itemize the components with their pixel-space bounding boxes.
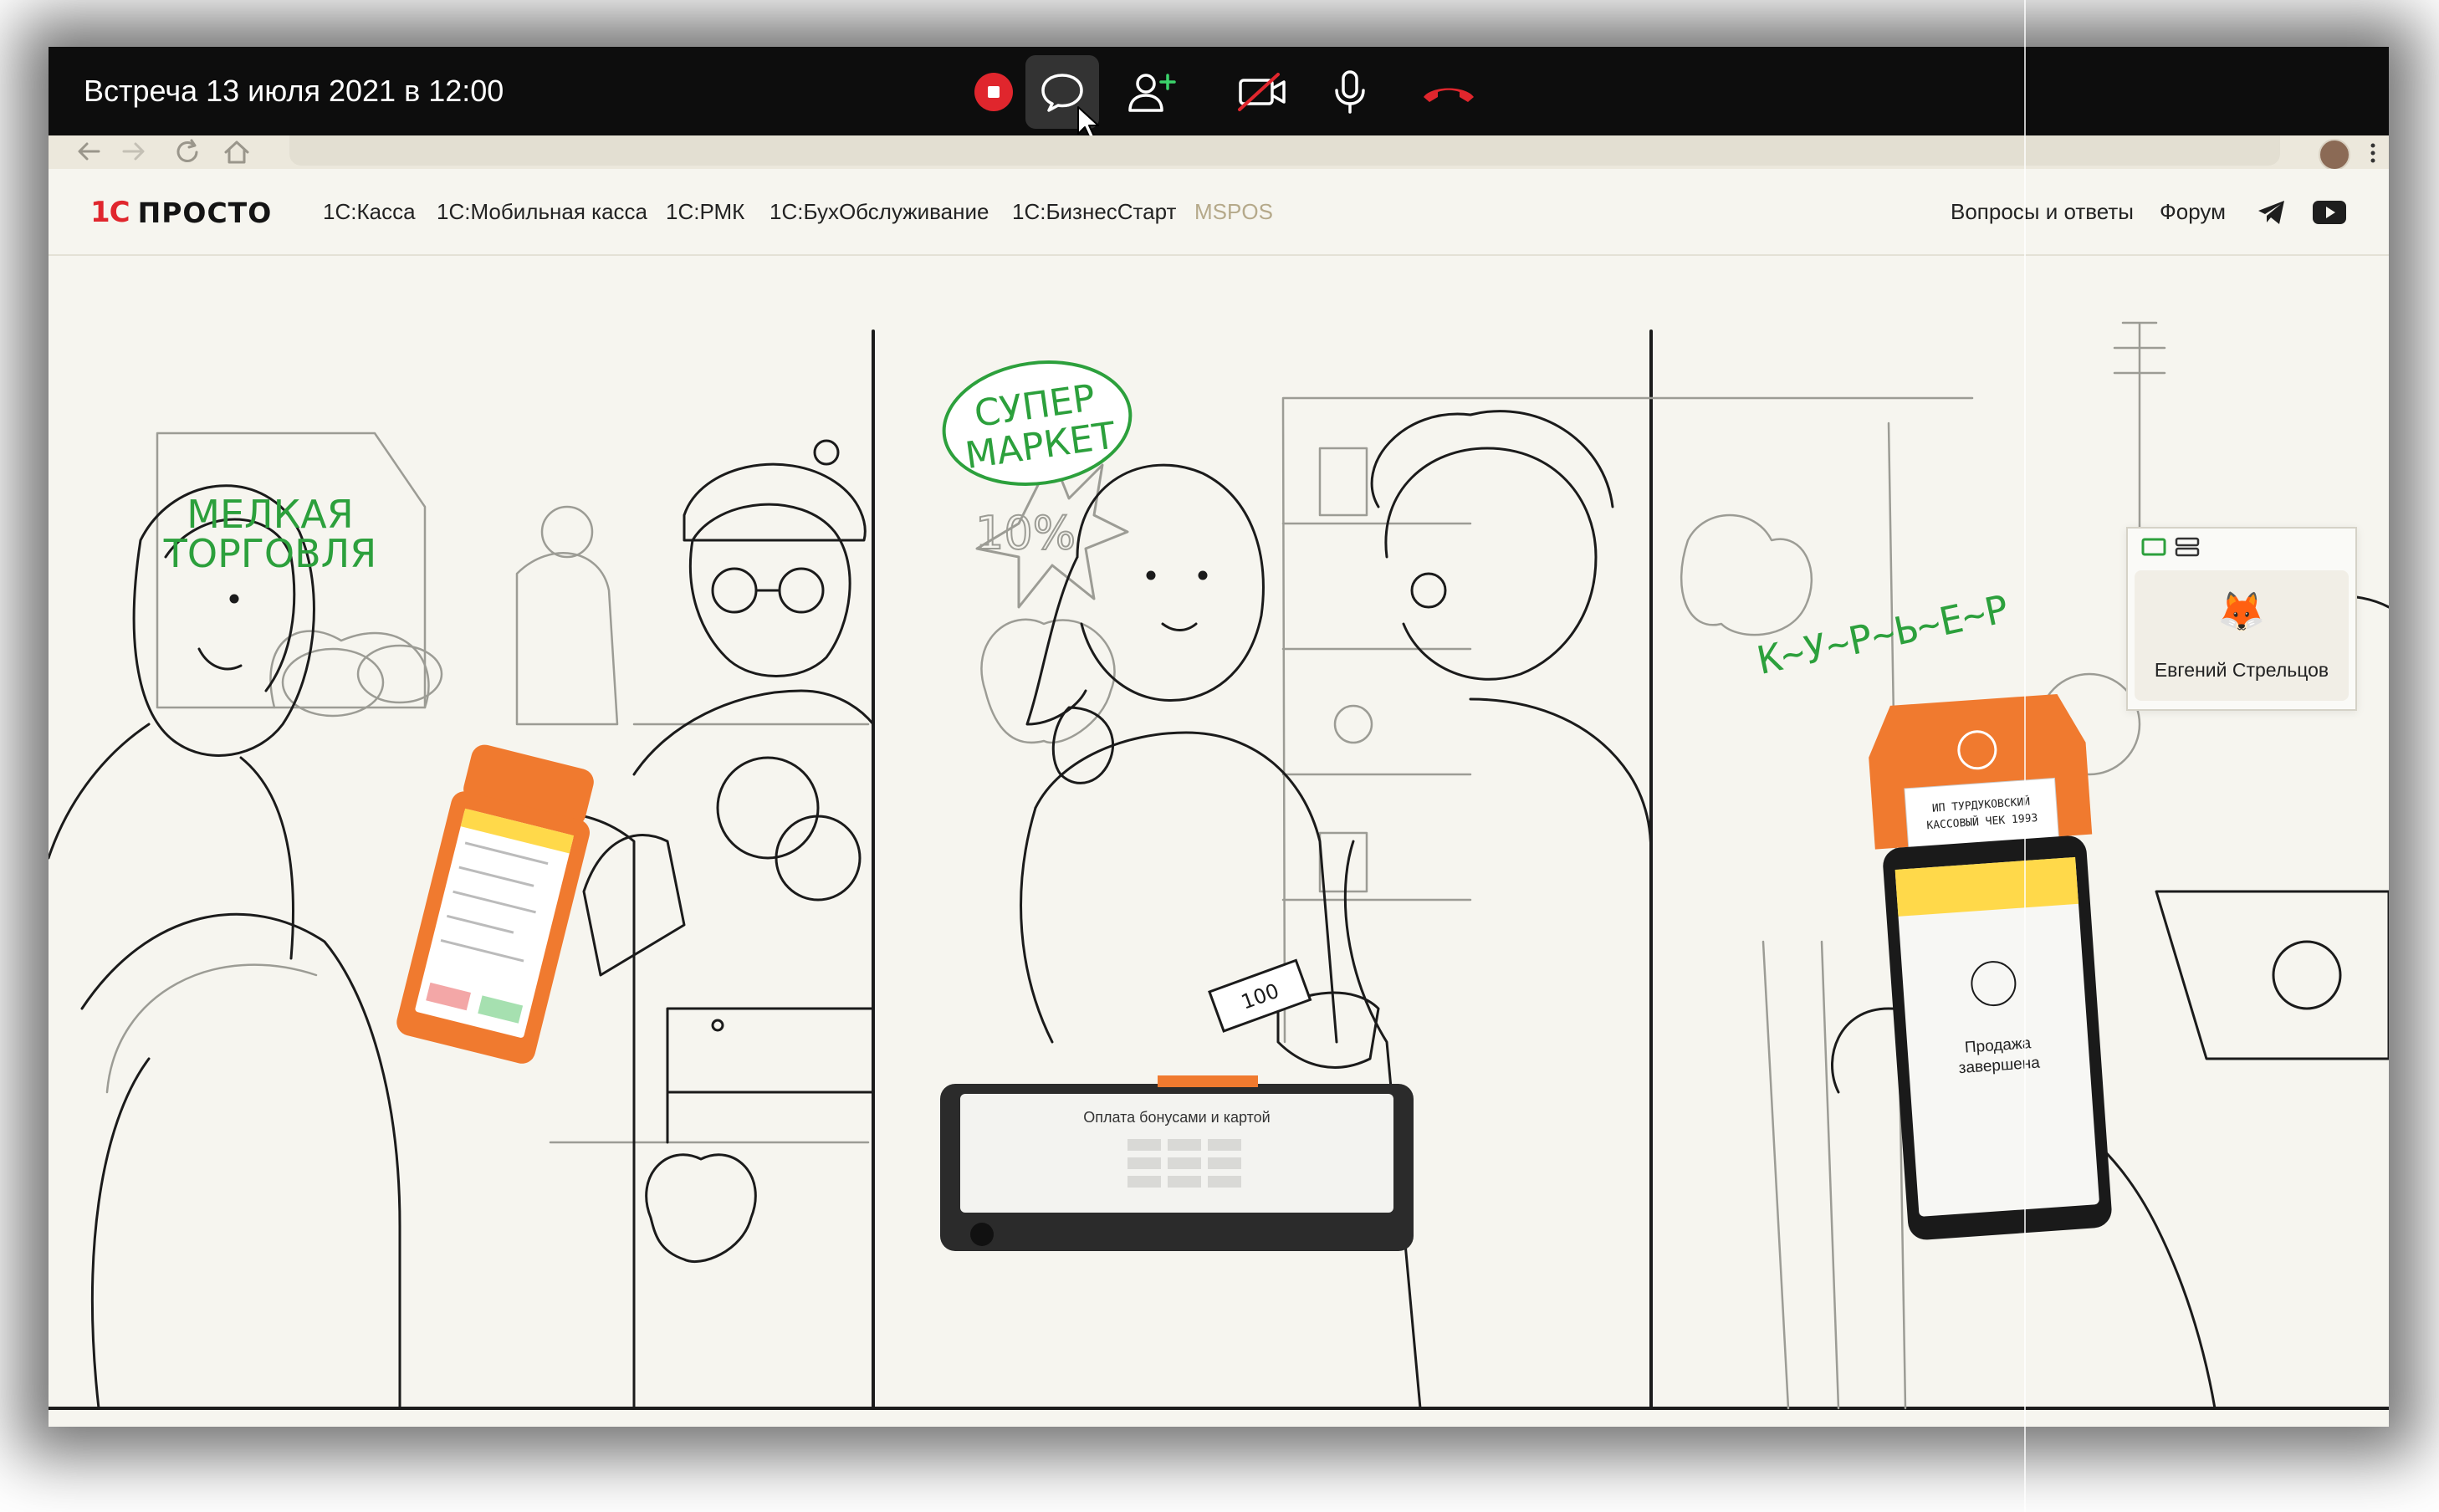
nav-link-biznesstart[interactable]: 1С:БизнесСтарт bbox=[1012, 199, 1176, 224]
participant-name: Евгений Стрельцов bbox=[2154, 659, 2329, 681]
camera-off-icon bbox=[1238, 73, 1286, 111]
site-header: 1С ПРОСТО 1С:Касса 1С:Мобильная касса 1С… bbox=[49, 169, 2389, 256]
camera-toggle-button[interactable] bbox=[1226, 55, 1300, 129]
microphone-icon bbox=[1335, 70, 1365, 114]
shared-website: 1С ПРОСТО 1С:Касса 1С:Мобильная касса 1С… bbox=[49, 169, 2389, 1427]
participant-video: 🦊 Евгений Стрельцов bbox=[2135, 570, 2349, 701]
site-logo[interactable]: 1С ПРОСТО bbox=[90, 196, 272, 229]
end-call-button[interactable] bbox=[1412, 55, 1485, 129]
forward-arrow-icon[interactable] bbox=[120, 139, 147, 164]
avatar[interactable] bbox=[2319, 139, 2350, 171]
logo-mark: 1С bbox=[90, 196, 130, 229]
pos-screen-title: Оплата бонусами и картой bbox=[1083, 1109, 1270, 1126]
fox-avatar-icon: 🦊 bbox=[2217, 589, 2266, 634]
retail-scenes-drawing: МЕЛКАЯ ТОРГОВЛЯ СУПЕР МАРКЕТ 10% К~У~Р~Ь… bbox=[49, 321, 2389, 1410]
nav-link-forum[interactable]: Форум bbox=[2160, 199, 2226, 224]
label-small-trade-2: ТОРГОВЛЯ bbox=[163, 531, 376, 576]
meeting-toolbar: Встреча 13 июля 2021 в 12:00 bbox=[49, 47, 2389, 139]
label-small-trade-1: МЕЛКАЯ bbox=[187, 492, 353, 537]
address-bar[interactable] bbox=[289, 135, 2280, 166]
microphone-button[interactable] bbox=[1313, 55, 1387, 129]
participant-tile[interactable]: 🦊 Евгений Стрельцов bbox=[2126, 527, 2357, 711]
hero-illustration: МЕЛКАЯ ТОРГОВЛЯ СУПЕР МАРКЕТ 10% К~У~Р~Ь… bbox=[49, 256, 2389, 1427]
grid-view-icon[interactable] bbox=[2175, 537, 2200, 557]
youtube-icon[interactable] bbox=[2312, 199, 2347, 226]
single-view-icon[interactable] bbox=[2141, 537, 2166, 557]
more-options-icon[interactable] bbox=[2369, 140, 2377, 166]
hang-up-icon bbox=[1424, 88, 1474, 102]
nav-link-mobile-kassa[interactable]: 1С:Мобильная касса bbox=[437, 199, 647, 224]
telegram-icon[interactable] bbox=[2257, 199, 2287, 226]
label-discount: 10% bbox=[975, 507, 1076, 559]
label-courier: К~У~Р~Ь~Е~Р bbox=[1754, 586, 2012, 683]
back-arrow-icon[interactable] bbox=[75, 139, 102, 164]
nav-link-kassa[interactable]: 1С:Касса bbox=[323, 199, 416, 224]
nav-link-rmk[interactable]: 1С:РМК bbox=[666, 199, 744, 224]
reload-icon[interactable] bbox=[174, 139, 202, 166]
nav-link-faq[interactable]: Вопросы и ответы bbox=[1951, 199, 2134, 224]
stop-recording-button[interactable] bbox=[957, 55, 1030, 129]
nav-link-mspos[interactable]: MSPOS bbox=[1194, 199, 1273, 224]
logo-text: ПРОСТО bbox=[137, 196, 273, 229]
home-icon[interactable] bbox=[222, 139, 251, 166]
browser-toolbar bbox=[49, 135, 2389, 171]
nav-link-buh[interactable]: 1С:БухОбслуживание bbox=[770, 199, 989, 224]
record-stop-icon bbox=[974, 73, 1013, 111]
add-user-icon bbox=[1128, 74, 1176, 112]
add-participant-button[interactable] bbox=[1116, 55, 1189, 129]
screen-divider-line bbox=[2024, 0, 2026, 1512]
meeting-title: Встреча 13 июля 2021 в 12:00 bbox=[84, 74, 504, 108]
app-window: Встреча 13 июля 2021 в 12:00 1С ПРОСТО 1… bbox=[49, 47, 2389, 1427]
